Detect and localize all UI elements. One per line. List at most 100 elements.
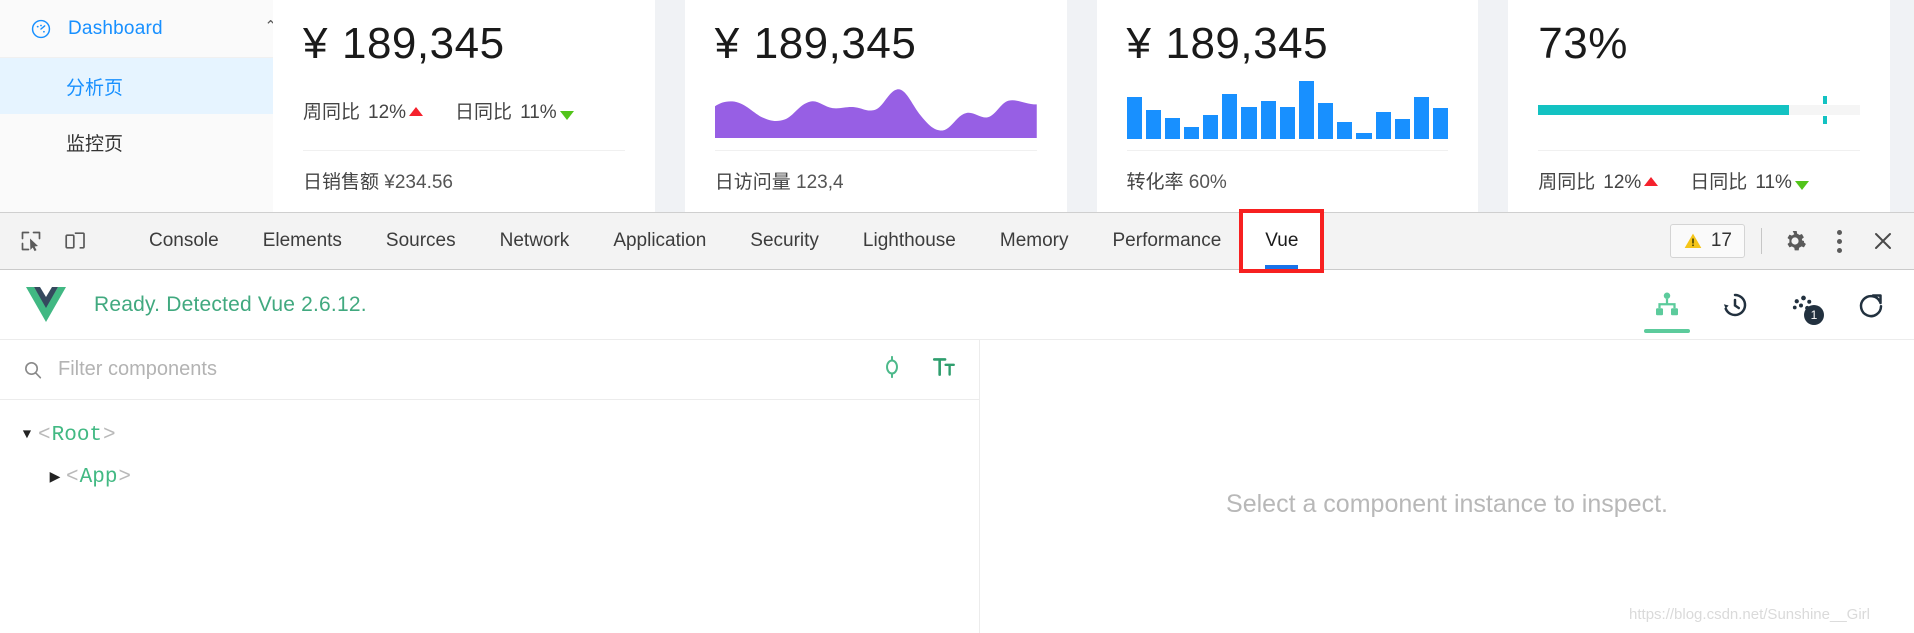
- bar-item: [1318, 103, 1334, 139]
- card-value: ¥189,345: [715, 18, 1037, 70]
- devtools-tab-memory[interactable]: Memory: [978, 213, 1091, 269]
- trend-week: 周同比 12%: [303, 97, 424, 124]
- card-value: 73%: [1538, 18, 1860, 70]
- refresh-icon[interactable]: [1854, 270, 1888, 339]
- progress-target-marker: [1822, 95, 1827, 125]
- area-sparkline-chart: [714, 89, 1037, 138]
- select-in-page-icon[interactable]: [879, 354, 905, 385]
- currency-symbol: ¥: [1126, 19, 1152, 68]
- events-badge-count: 1: [1804, 305, 1824, 325]
- card-amount: 189,345: [1165, 19, 1329, 68]
- devtools-tab-security[interactable]: Security: [728, 213, 841, 269]
- inspect-element-icon[interactable]: [16, 226, 46, 256]
- triangle-up-icon: [409, 106, 424, 116]
- devtools-tab-performance[interactable]: Performance: [1091, 213, 1244, 269]
- sidebar-item-monitor[interactable]: 监控页: [0, 114, 299, 170]
- devtools-tab-application[interactable]: Application: [591, 213, 728, 269]
- sidebar-group-label: Dashboard: [68, 17, 163, 39]
- trend-row: 周同比 12% 日同比 11%: [1538, 167, 1860, 194]
- devtools-tool-icons: [0, 213, 127, 269]
- bar-item: [1413, 97, 1429, 139]
- device-toolbar-icon[interactable]: [60, 226, 90, 256]
- tree-node-app[interactable]: ▶ < App >: [0, 456, 979, 498]
- bar-item: [1356, 133, 1372, 139]
- bar-item: [1375, 112, 1391, 139]
- warnings-badge[interactable]: 17: [1669, 224, 1745, 258]
- devtools-tab-label: Elements: [262, 230, 342, 251]
- card-footer-value: 60%: [1188, 172, 1227, 193]
- devtools-tab-network[interactable]: Network: [478, 213, 592, 269]
- sidebar-item-analysis[interactable]: 分析页: [0, 58, 299, 114]
- devtools-tab-list: Console Elements Sources Network Application…: [127, 209, 1670, 273]
- dashboard-gauge-icon: [30, 18, 52, 40]
- bar-item: [1203, 114, 1219, 139]
- card-visual: 周同比 12% 日同比 11%: [303, 70, 625, 150]
- devtools-tabbar: Console Elements Sources Network Application…: [0, 209, 1914, 273]
- bar-item: [1183, 127, 1200, 139]
- caret-down-icon[interactable]: ▼: [16, 427, 38, 443]
- bar-item: [1279, 106, 1295, 139]
- filter-components-input[interactable]: [58, 358, 867, 381]
- components-tree-icon[interactable]: [1644, 270, 1690, 339]
- filter-actions: [867, 354, 957, 385]
- card-amount: 189,345: [341, 19, 505, 68]
- devtools-tab-label: Lighthouse: [862, 230, 956, 251]
- devtools-tab-label: Console: [149, 230, 219, 251]
- gear-icon[interactable]: [1778, 224, 1812, 258]
- devtools-tab-label: Security: [750, 230, 819, 251]
- card-footer-value: 123,4: [796, 172, 844, 193]
- component-name: App: [79, 465, 118, 489]
- card-footer: 转化率 60%: [1126, 150, 1449, 212]
- bar-item: [1394, 119, 1410, 139]
- devtools-tab-label: Vue: [1265, 230, 1299, 251]
- sidebar: Dashboard ⌃ 分析页 监控页: [0, 0, 300, 212]
- devtools-tab-sources[interactable]: Sources: [364, 213, 478, 269]
- trend-row: 周同比 12% 日同比 11%: [303, 97, 574, 124]
- warnings-count: 17: [1710, 230, 1732, 251]
- timeline-history-icon[interactable]: [1718, 270, 1752, 339]
- component-tree-pane: ▼<Root>▶<App>: [0, 340, 980, 633]
- devtools-tab-elements[interactable]: Elements: [241, 213, 364, 269]
- card-footer: 日访问量 123,4: [714, 150, 1037, 212]
- events-icon[interactable]: 1: [1786, 270, 1824, 339]
- sidebar-group-dashboard[interactable]: Dashboard ⌃: [0, 0, 299, 58]
- caret-right-icon[interactable]: ▶: [44, 469, 66, 486]
- filter-bar: [0, 340, 979, 400]
- devtools-tab-lighthouse[interactable]: Lighthouse: [841, 213, 978, 269]
- bar-item: [1433, 107, 1449, 139]
- trend-week: 周同比 12%: [1538, 167, 1659, 194]
- tag-open-angle: <: [38, 423, 51, 447]
- card-visual: [1126, 70, 1449, 150]
- component-inspector-pane: Select a component instance to inspect. …: [980, 340, 1914, 633]
- tag-close-angle: >: [118, 465, 132, 489]
- card-visual: [714, 70, 1037, 150]
- devtools-tab-label: Performance: [1112, 230, 1222, 251]
- card-value: ¥189,345: [1127, 18, 1449, 70]
- more-options-kebab-icon[interactable]: [1822, 224, 1856, 258]
- tree-node-root[interactable]: ▼ < Root >: [0, 414, 979, 456]
- stat-card-sales: ¥189,345 周同比 12% 日同比 11% 日销售额 ¥234.56: [273, 0, 655, 212]
- devtools-tab-console[interactable]: Console: [127, 213, 241, 269]
- stat-card-payments: ¥189,345 转化率 60%: [1096, 0, 1479, 212]
- devtools-tab-vue[interactable]: Vue: [1239, 209, 1325, 273]
- card-amount: 189,345: [753, 19, 917, 68]
- web-page-viewport: Dashboard ⌃ 分析页 监控页 ¥189,345 周同比 12% 日同比…: [0, 0, 1914, 212]
- card-footer: 周同比 12% 日同比 11%: [1538, 150, 1860, 212]
- bar-item: [1241, 106, 1257, 139]
- devtools-panel: Console Elements Sources Network Application…: [0, 209, 1914, 633]
- sidebar-item-label: 监控页: [66, 133, 124, 155]
- triangle-down-icon: [559, 110, 574, 120]
- toolbar-divider: [1761, 228, 1762, 254]
- bar-item: [1126, 97, 1142, 139]
- close-icon[interactable]: [1866, 224, 1900, 258]
- format-text-icon[interactable]: [931, 354, 957, 385]
- search-icon: [22, 359, 44, 381]
- empty-state-message: Select a component instance to inspect.: [1226, 490, 1668, 518]
- watermark-text: https://blog.csdn.net/Sunshine__Girl: [1629, 606, 1870, 623]
- vue-devtools-header: Ready. Detected Vue 2.6.12. 1: [0, 270, 1914, 340]
- triangle-up-icon: [1644, 177, 1659, 186]
- card-amount: 73%: [1538, 19, 1628, 68]
- stat-card-visits: ¥189,345 日访问量 123,4: [684, 0, 1067, 212]
- bar-item: [1164, 118, 1180, 139]
- stat-card-row: ¥189,345 周同比 12% 日同比 11% 日销售额 ¥234.56 ¥ …: [273, 0, 1914, 212]
